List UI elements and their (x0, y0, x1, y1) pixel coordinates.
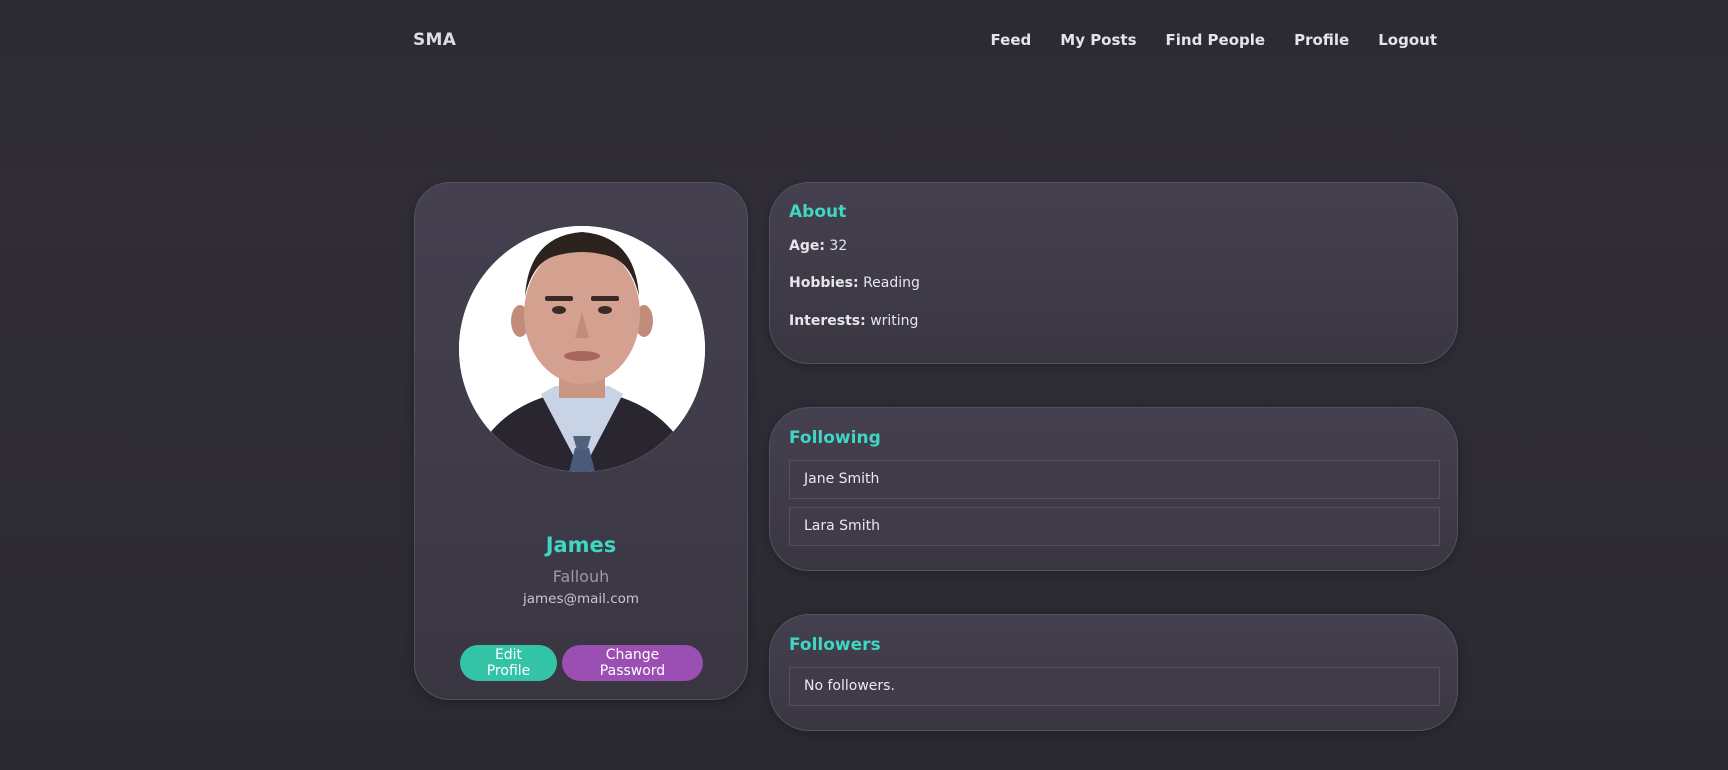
about-title: About (789, 202, 847, 222)
edit-profile-button[interactable]: Edit Profile (460, 645, 557, 681)
list-item[interactable]: Lara Smith (789, 507, 1440, 546)
following-card: Following Jane Smith Lara Smith (769, 407, 1458, 571)
followers-card: Followers No followers. (769, 614, 1458, 731)
profile-last-name: Fallouh (552, 567, 610, 586)
following-title: Following (789, 428, 881, 448)
brand-logo[interactable]: SMA (413, 30, 456, 50)
nav-feed[interactable]: Feed (991, 31, 1032, 49)
profile-first-name: James (545, 533, 617, 557)
followers-empty-message: No followers. (789, 667, 1440, 706)
avatar-photo (459, 226, 705, 472)
top-navbar: SMA Feed My Posts Find People Profile Lo… (0, 0, 1728, 82)
age-label: Age: (789, 238, 825, 254)
about-interests: Interests: writing (789, 313, 918, 329)
profile-email: james@mail.com (522, 591, 640, 607)
list-item[interactable]: Jane Smith (789, 460, 1440, 499)
hobbies-label: Hobbies: (789, 275, 859, 291)
change-password-button[interactable]: Change Password (562, 645, 703, 681)
about-card: About Age: 32 Hobbies: Reading Interests… (769, 182, 1458, 364)
age-value: 32 (829, 238, 848, 254)
main-nav: Feed My Posts Find People Profile Logout (991, 31, 1437, 49)
about-age: Age: 32 (789, 238, 847, 254)
nav-profile[interactable]: Profile (1294, 31, 1349, 49)
profile-card: James Fallouh james@mail.com Edit Profil… (414, 182, 748, 700)
interests-label: Interests: (789, 313, 866, 329)
nav-my-posts[interactable]: My Posts (1060, 31, 1136, 49)
followers-list: No followers. (789, 667, 1440, 714)
profile-actions: Edit Profile Change Password (460, 645, 703, 681)
following-list: Jane Smith Lara Smith (789, 460, 1440, 554)
followers-title: Followers (789, 635, 881, 655)
nav-logout[interactable]: Logout (1378, 31, 1437, 49)
hobbies-value: Reading (863, 275, 920, 291)
about-hobbies: Hobbies: Reading (789, 275, 920, 291)
interests-value: writing (870, 313, 919, 329)
avatar (459, 226, 705, 472)
nav-find-people[interactable]: Find People (1166, 31, 1266, 49)
